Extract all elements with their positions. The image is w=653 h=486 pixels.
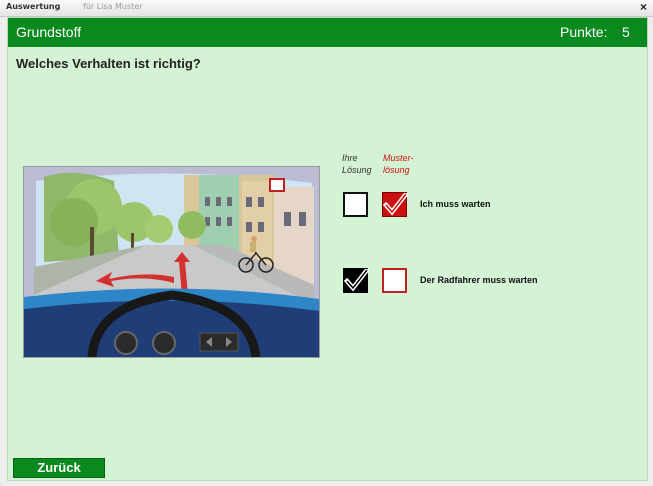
user-answer-checkbox-1[interactable] xyxy=(343,192,368,217)
question-text: Welches Verhalten ist richtig? xyxy=(16,56,201,71)
main-panel: Grundstoff Punkte: 5 Welches Verhalten i… xyxy=(7,17,648,481)
title-bar: Auswertung für Lisa Muster × xyxy=(0,0,653,17)
model-answer-checkbox-1 xyxy=(382,192,408,217)
back-button[interactable]: Zurück xyxy=(13,458,105,478)
close-icon[interactable]: × xyxy=(640,0,647,14)
category-title: Grundstoff xyxy=(16,24,82,40)
column-header-your-solution: Ihre Lösung xyxy=(342,153,372,175)
user-answer-checkbox-2[interactable] xyxy=(343,268,369,293)
traffic-scene-image xyxy=(23,166,320,358)
window-title: Auswertung xyxy=(6,2,61,11)
checkmark-icon xyxy=(344,269,369,292)
app-window: Auswertung für Lisa Muster × Grundstoff … xyxy=(0,0,653,486)
answer-label-2: Der Radfahrer muss warten xyxy=(420,275,538,285)
checkmark-icon xyxy=(383,193,408,216)
traffic-scene-icon xyxy=(24,167,319,357)
points-value: 5 xyxy=(622,24,630,40)
header-bar: Grundstoff Punkte: 5 xyxy=(8,18,647,47)
answer-label-1: Ich muss warten xyxy=(420,199,491,209)
model-answer-checkbox-2 xyxy=(382,268,407,293)
points-label: Punkte: xyxy=(560,24,608,40)
window-subtitle: für Lisa Muster xyxy=(83,2,143,11)
column-header-model-solution: Muster- lösung xyxy=(383,153,414,175)
